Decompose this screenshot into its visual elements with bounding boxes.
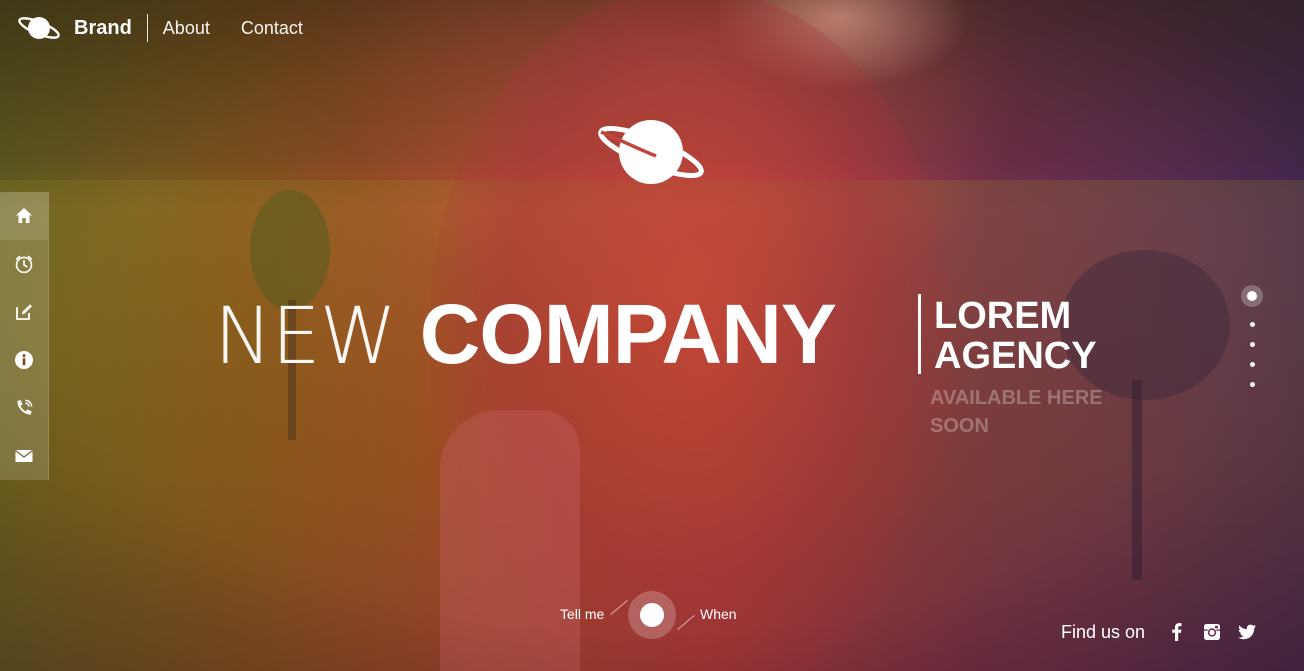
hero-sub-line-1: AVAILABLE HERE [930,387,1103,409]
pager-dot[interactable] [1249,322,1255,327]
sidebar-item-mail[interactable] [0,432,48,480]
hero-availability: AVAILABLE HERE SOON [930,384,1103,440]
hero-divider [918,294,921,374]
sidebar-item-home[interactable] [0,192,48,240]
find-us-label: Find us on [1061,621,1146,642]
facebook-icon[interactable] [1167,622,1187,642]
planet-icon [598,120,704,184]
instagram-icon[interactable] [1202,622,1222,642]
home-icon [16,208,32,223]
nav-divider [146,14,148,42]
info-icon [15,351,33,369]
pager-dot[interactable] [1249,342,1255,347]
toggle-knob [640,603,664,627]
pager-dot-active[interactable] [1241,285,1263,307]
nav-link-about[interactable]: About [163,18,210,39]
hero-side-line-2: AGENCY [934,335,1097,377]
slide-pager [1240,285,1264,387]
mail-icon [15,449,33,462]
planet-icon[interactable] [16,12,62,44]
pager-dot[interactable] [1249,362,1255,367]
toggle-left-label[interactable]: Tell me [560,606,604,622]
hero-side-line-1: LOREM [934,295,1072,337]
hero-agency-name: LOREM AGENCY [934,296,1097,376]
sidebar-item-edit[interactable] [0,288,48,336]
hero-title: NEW COMPANY [214,286,837,385]
clock-icon [15,255,33,274]
tell-me-when-toggle[interactable] [628,591,676,639]
top-navigation: Brand About Contact [16,12,334,44]
social-links: Find us on [1061,620,1257,644]
toggle-right-label[interactable]: When [700,606,737,622]
edit-icon [16,304,32,320]
twitter-icon[interactable] [1237,622,1257,642]
brand-link[interactable]: Brand [74,17,132,40]
hero-title-bold: COMPANY [419,287,837,381]
sidebar-item-phone[interactable] [0,384,48,432]
sidebar-item-info[interactable] [0,336,48,384]
hero-sub-line-2: SOON [930,415,989,437]
side-icon-bar [0,192,49,480]
hero-title-light: NEW [214,292,397,382]
nav-link-contact[interactable]: Contact [241,18,303,39]
pager-dot[interactable] [1249,382,1255,387]
sidebar-item-clock[interactable] [0,240,48,288]
phone-icon [17,399,33,415]
